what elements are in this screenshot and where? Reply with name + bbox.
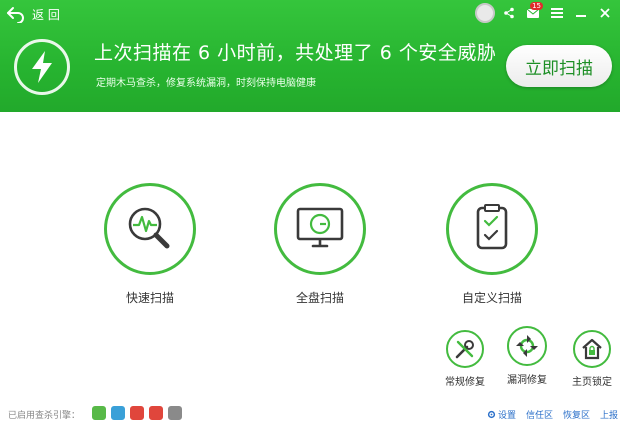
mail-icon[interactable]: 15 (522, 2, 544, 23)
scan-status-title: 上次扫描在 6 小时前，共处理了 6 个安全威胁 (94, 42, 497, 64)
engine-system-icon[interactable] (168, 406, 182, 420)
home-lock-icon (573, 330, 611, 368)
engines-label: 已启用查杀引擎： (8, 411, 81, 421)
settings-label: 设置 (497, 411, 516, 421)
full-scan-label: 全盘扫描 (295, 291, 344, 305)
checklist-icon (446, 183, 538, 275)
window-controls: 15 (474, 2, 616, 23)
wrench-screwdriver-icon (446, 330, 484, 368)
trust-zone-link[interactable]: 信任区 (526, 408, 553, 421)
back-label: 返 回 (32, 7, 60, 22)
monitor-scan-icon (274, 183, 366, 275)
homepage-lock-button[interactable]: 主页锁定 (564, 330, 620, 388)
sync-arrows-icon (507, 326, 547, 366)
share-icon[interactable] (498, 3, 520, 23)
footer-links: 设置 信任区 恢复区 上报 (487, 408, 618, 421)
routine-repair-button[interactable]: 常规修复 (440, 330, 490, 388)
back-arrow-icon (7, 7, 24, 23)
quick-scan-label: 快速扫描 (125, 291, 174, 305)
engine-bitdefender-icon[interactable] (130, 406, 144, 420)
menu-icon[interactable] (546, 3, 568, 23)
back-button[interactable]: 返 回 (6, 4, 60, 24)
engine-avira-icon[interactable] (149, 406, 163, 420)
minimize-icon[interactable] (570, 3, 592, 23)
lightning-icon (14, 39, 70, 95)
status-footer: 已启用查杀引擎： 设置 信任区 恢复区 上报 (0, 405, 620, 421)
routine-repair-label: 常规修复 (445, 377, 485, 388)
report-link[interactable]: 上报 (600, 408, 618, 421)
homepage-lock-label: 主页锁定 (572, 377, 612, 388)
engine-cloud-icon[interactable] (92, 406, 106, 420)
scan-status-subtitle: 定期木马查杀，修复系统漏洞，时刻保持电脑健康 (96, 78, 316, 89)
quick-scan-button[interactable]: 快速扫描 (90, 183, 210, 306)
title-bar: 返 回 15 (0, 0, 620, 28)
settings-link[interactable]: 设置 (487, 408, 516, 421)
full-scan-button[interactable]: 全盘扫描 (260, 183, 380, 306)
custom-scan-label: 自定义扫描 (461, 291, 522, 305)
vulnerability-fix-button[interactable]: 漏洞修复 (502, 326, 552, 386)
engine-qvm-icon[interactable] (111, 406, 125, 420)
gear-icon (487, 410, 496, 419)
restore-zone-link[interactable]: 恢复区 (563, 408, 590, 421)
close-icon[interactable] (594, 3, 616, 23)
medal-icon[interactable] (474, 3, 496, 23)
vulnerability-fix-label: 漏洞修复 (507, 375, 547, 386)
scan-now-button[interactable]: 立即扫描 (506, 45, 612, 87)
header-banner: 返 回 15 上次扫描在 6 小时前，共处理了 6 个安全威胁 定期木马查杀，修… (0, 0, 620, 112)
mail-badge: 15 (530, 2, 543, 10)
custom-scan-button[interactable]: 自定义扫描 (432, 183, 552, 306)
pulse-magnifier-icon (104, 183, 196, 275)
